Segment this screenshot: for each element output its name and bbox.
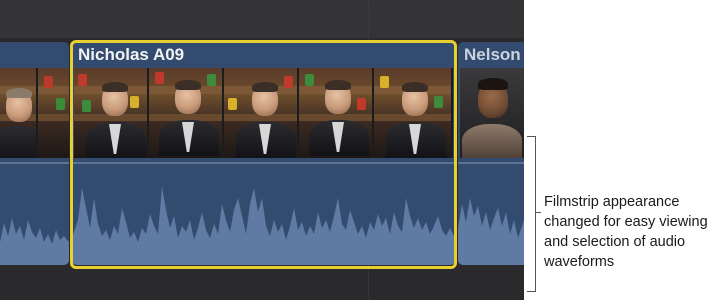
timeline[interactable]: Nicholas A09 Nelson bbox=[0, 0, 524, 300]
filmstrip-frame bbox=[38, 68, 69, 158]
right-bracket-icon bbox=[527, 136, 536, 292]
callout-leader-line bbox=[535, 212, 541, 213]
audio-waveform[interactable] bbox=[72, 168, 455, 265]
clip-title: Nelson bbox=[464, 45, 521, 64]
filmstrip-frame bbox=[0, 68, 36, 158]
clip-nicholas-a09[interactable]: Nicholas A09 bbox=[72, 42, 455, 265]
filmstrip-frame bbox=[374, 68, 451, 158]
timeline-ruler-band bbox=[0, 0, 524, 38]
filmstrip-frame bbox=[299, 68, 372, 158]
filmstrip-frame bbox=[74, 68, 147, 158]
filmstrip bbox=[460, 68, 524, 158]
clip-left[interactable] bbox=[0, 42, 69, 265]
filmstrip-frame bbox=[149, 68, 222, 158]
audio-waveform[interactable] bbox=[458, 168, 524, 265]
clip-divider bbox=[458, 162, 524, 164]
filmstrip bbox=[0, 68, 69, 158]
clip-title: Nicholas A09 bbox=[78, 45, 185, 64]
filmstrip-frame bbox=[460, 68, 524, 158]
filmstrip bbox=[74, 68, 453, 158]
audio-waveform[interactable] bbox=[0, 168, 69, 265]
callout-text: Filmstrip appearance changed for easy vi… bbox=[544, 194, 708, 270]
clip-nelson[interactable]: Nelson bbox=[458, 42, 524, 265]
clip-divider bbox=[0, 162, 69, 164]
filmstrip-frame bbox=[224, 68, 297, 158]
clip-divider bbox=[72, 162, 455, 164]
